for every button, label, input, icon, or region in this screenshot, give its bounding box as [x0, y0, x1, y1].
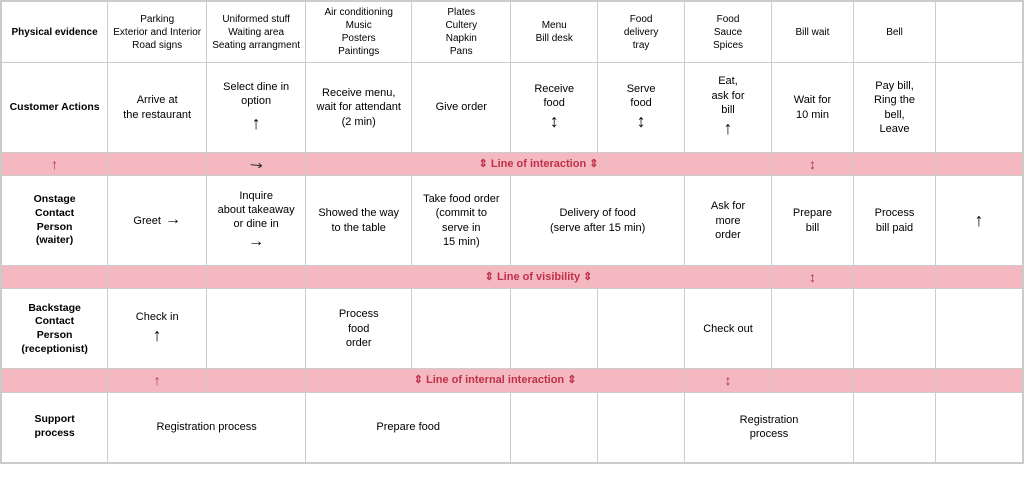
header-col8: Bill wait [771, 2, 853, 63]
divider2-col2 [207, 266, 306, 289]
onstage-col3: Showed the way to the table [306, 176, 412, 266]
support-col3: Prepare food [306, 392, 511, 462]
arrow-right-1: → [165, 210, 181, 231]
divider3-col9 [854, 369, 936, 392]
customer-col7: Eat, ask for bill ↑ [685, 63, 772, 153]
onstage-col1: Greet → [108, 176, 207, 266]
customer-col5: Receive food ↕ [511, 63, 598, 153]
onstage-col5: Delivery of food (serve after 15 min) [511, 176, 685, 266]
divider2-label: ⇕ Line of visibility ⇕ [306, 266, 772, 289]
header-row: Physical evidence Parking Exterior and I… [2, 2, 1023, 63]
divider3-col1: ↑ [108, 369, 207, 392]
support-col7: Registration process [685, 392, 854, 462]
backstage-col4 [412, 289, 511, 369]
arrow-up-backstage1: ↑ [111, 324, 203, 347]
divider1-col1 [108, 153, 207, 176]
backstage-col9 [854, 289, 936, 369]
onstage-col9: Process bill paid [854, 176, 936, 266]
header-col5: Menu Bill desk [511, 2, 598, 63]
support-label: Support process [2, 392, 108, 462]
divider3-col8 [771, 369, 853, 392]
arrow-up-col2: ↑ [210, 112, 302, 135]
divider2-col8: ↕ [771, 266, 853, 289]
support-col9 [854, 392, 936, 462]
header-empty [936, 2, 1023, 63]
divider3-col0 [2, 369, 108, 392]
onstage-col4: Take food order (commit to serve in 15 m… [412, 176, 511, 266]
header-col4: Plates Cultery Napkin Pans [412, 2, 511, 63]
support-col1: Registration process [108, 392, 306, 462]
arrow-right-2: → [210, 232, 302, 253]
header-label: Physical evidence [2, 2, 108, 63]
header-col7: Food Sauce Spices [685, 2, 772, 63]
divider-visibility: ⇕ Line of visibility ⇕ ↕ [2, 266, 1023, 289]
divider-interaction: ↑ ↗ ⇕ Line of interaction ⇕ ↕ [2, 153, 1023, 176]
backstage-col5 [511, 289, 598, 369]
arrow-updown-col5: ↕ [514, 110, 594, 133]
divider1-label: ⇕ Line of interaction ⇕ [306, 153, 772, 176]
divider-internal: ↑ ⇕ Line of internal interaction ⇕ ↕ [2, 369, 1023, 392]
divider2-col0 [2, 266, 108, 289]
onstage-col7: Ask for more order [685, 176, 772, 266]
onstage-label: Onstage Contact Person (waiter) [2, 176, 108, 266]
divider1-col0: ↑ [2, 153, 108, 176]
customer-col8: Wait for 10 min [771, 63, 853, 153]
divider2-col9 [854, 266, 936, 289]
divider3-col7: ↕ [685, 369, 772, 392]
customer-col2: Select dine in option ↑ [207, 63, 306, 153]
onstage-row: Onstage Contact Person (waiter) Greet → … [2, 176, 1023, 266]
backstage-col6 [598, 289, 685, 369]
arrow-up-onstage: ↑ [975, 210, 984, 230]
customer-empty [936, 63, 1023, 153]
divider2-col10 [936, 266, 1023, 289]
divider1-col10 [936, 153, 1023, 176]
header-col6: Food delivery tray [598, 2, 685, 63]
divider3-col2 [207, 369, 306, 392]
support-col5 [511, 392, 598, 462]
backstage-empty [936, 289, 1023, 369]
onstage-empty: ↑ [936, 176, 1023, 266]
customer-col3: Receive menu, wait for attendant (2 min) [306, 63, 412, 153]
customer-col9: Pay bill, Ring the bell, Leave [854, 63, 936, 153]
divider3-label: ⇕ Line of internal interaction ⇕ [306, 369, 685, 392]
header-col9: Bell [854, 2, 936, 63]
header-col3: Air conditioning Music Posters Paintings [306, 2, 412, 63]
backstage-col3: Process food order [306, 289, 412, 369]
divider2-col1 [108, 266, 207, 289]
backstage-col8 [771, 289, 853, 369]
arrow-updown-col6: ↕ [601, 110, 681, 133]
support-row: Support process Registration process Pre… [2, 392, 1023, 462]
backstage-col2 [207, 289, 306, 369]
customer-col4: Give order [412, 63, 511, 153]
backstage-col1: Check in ↑ [108, 289, 207, 369]
support-col6 [598, 392, 685, 462]
customer-col1: Arrive at the restaurant [108, 63, 207, 153]
onstage-col8: Prepare bill [771, 176, 853, 266]
onstage-col2: Inquire about takeaway or dine in → [207, 176, 306, 266]
divider1-col2: ↗ [207, 153, 306, 176]
header-col2: Uniformed stuff Waiting area Seating arr… [207, 2, 306, 63]
header-col1: Parking Exterior and Interior Road signs [108, 2, 207, 63]
divider1-col8: ↕ [771, 153, 853, 176]
support-empty [936, 392, 1023, 462]
backstage-label: Backstage Contact Person (receptionist) [2, 289, 108, 369]
service-blueprint: Physical evidence Parking Exterior and I… [0, 0, 1024, 464]
backstage-col7: Check out [685, 289, 772, 369]
customer-col6: Serve food ↕ [598, 63, 685, 153]
backstage-row: Backstage Contact Person (receptionist) … [2, 289, 1023, 369]
divider1-col9 [854, 153, 936, 176]
divider3-col10 [936, 369, 1023, 392]
customer-row: Customer Actions Arrive at the restauran… [2, 63, 1023, 153]
customer-label: Customer Actions [2, 63, 108, 153]
arrow-up-col7: ↑ [688, 117, 768, 140]
